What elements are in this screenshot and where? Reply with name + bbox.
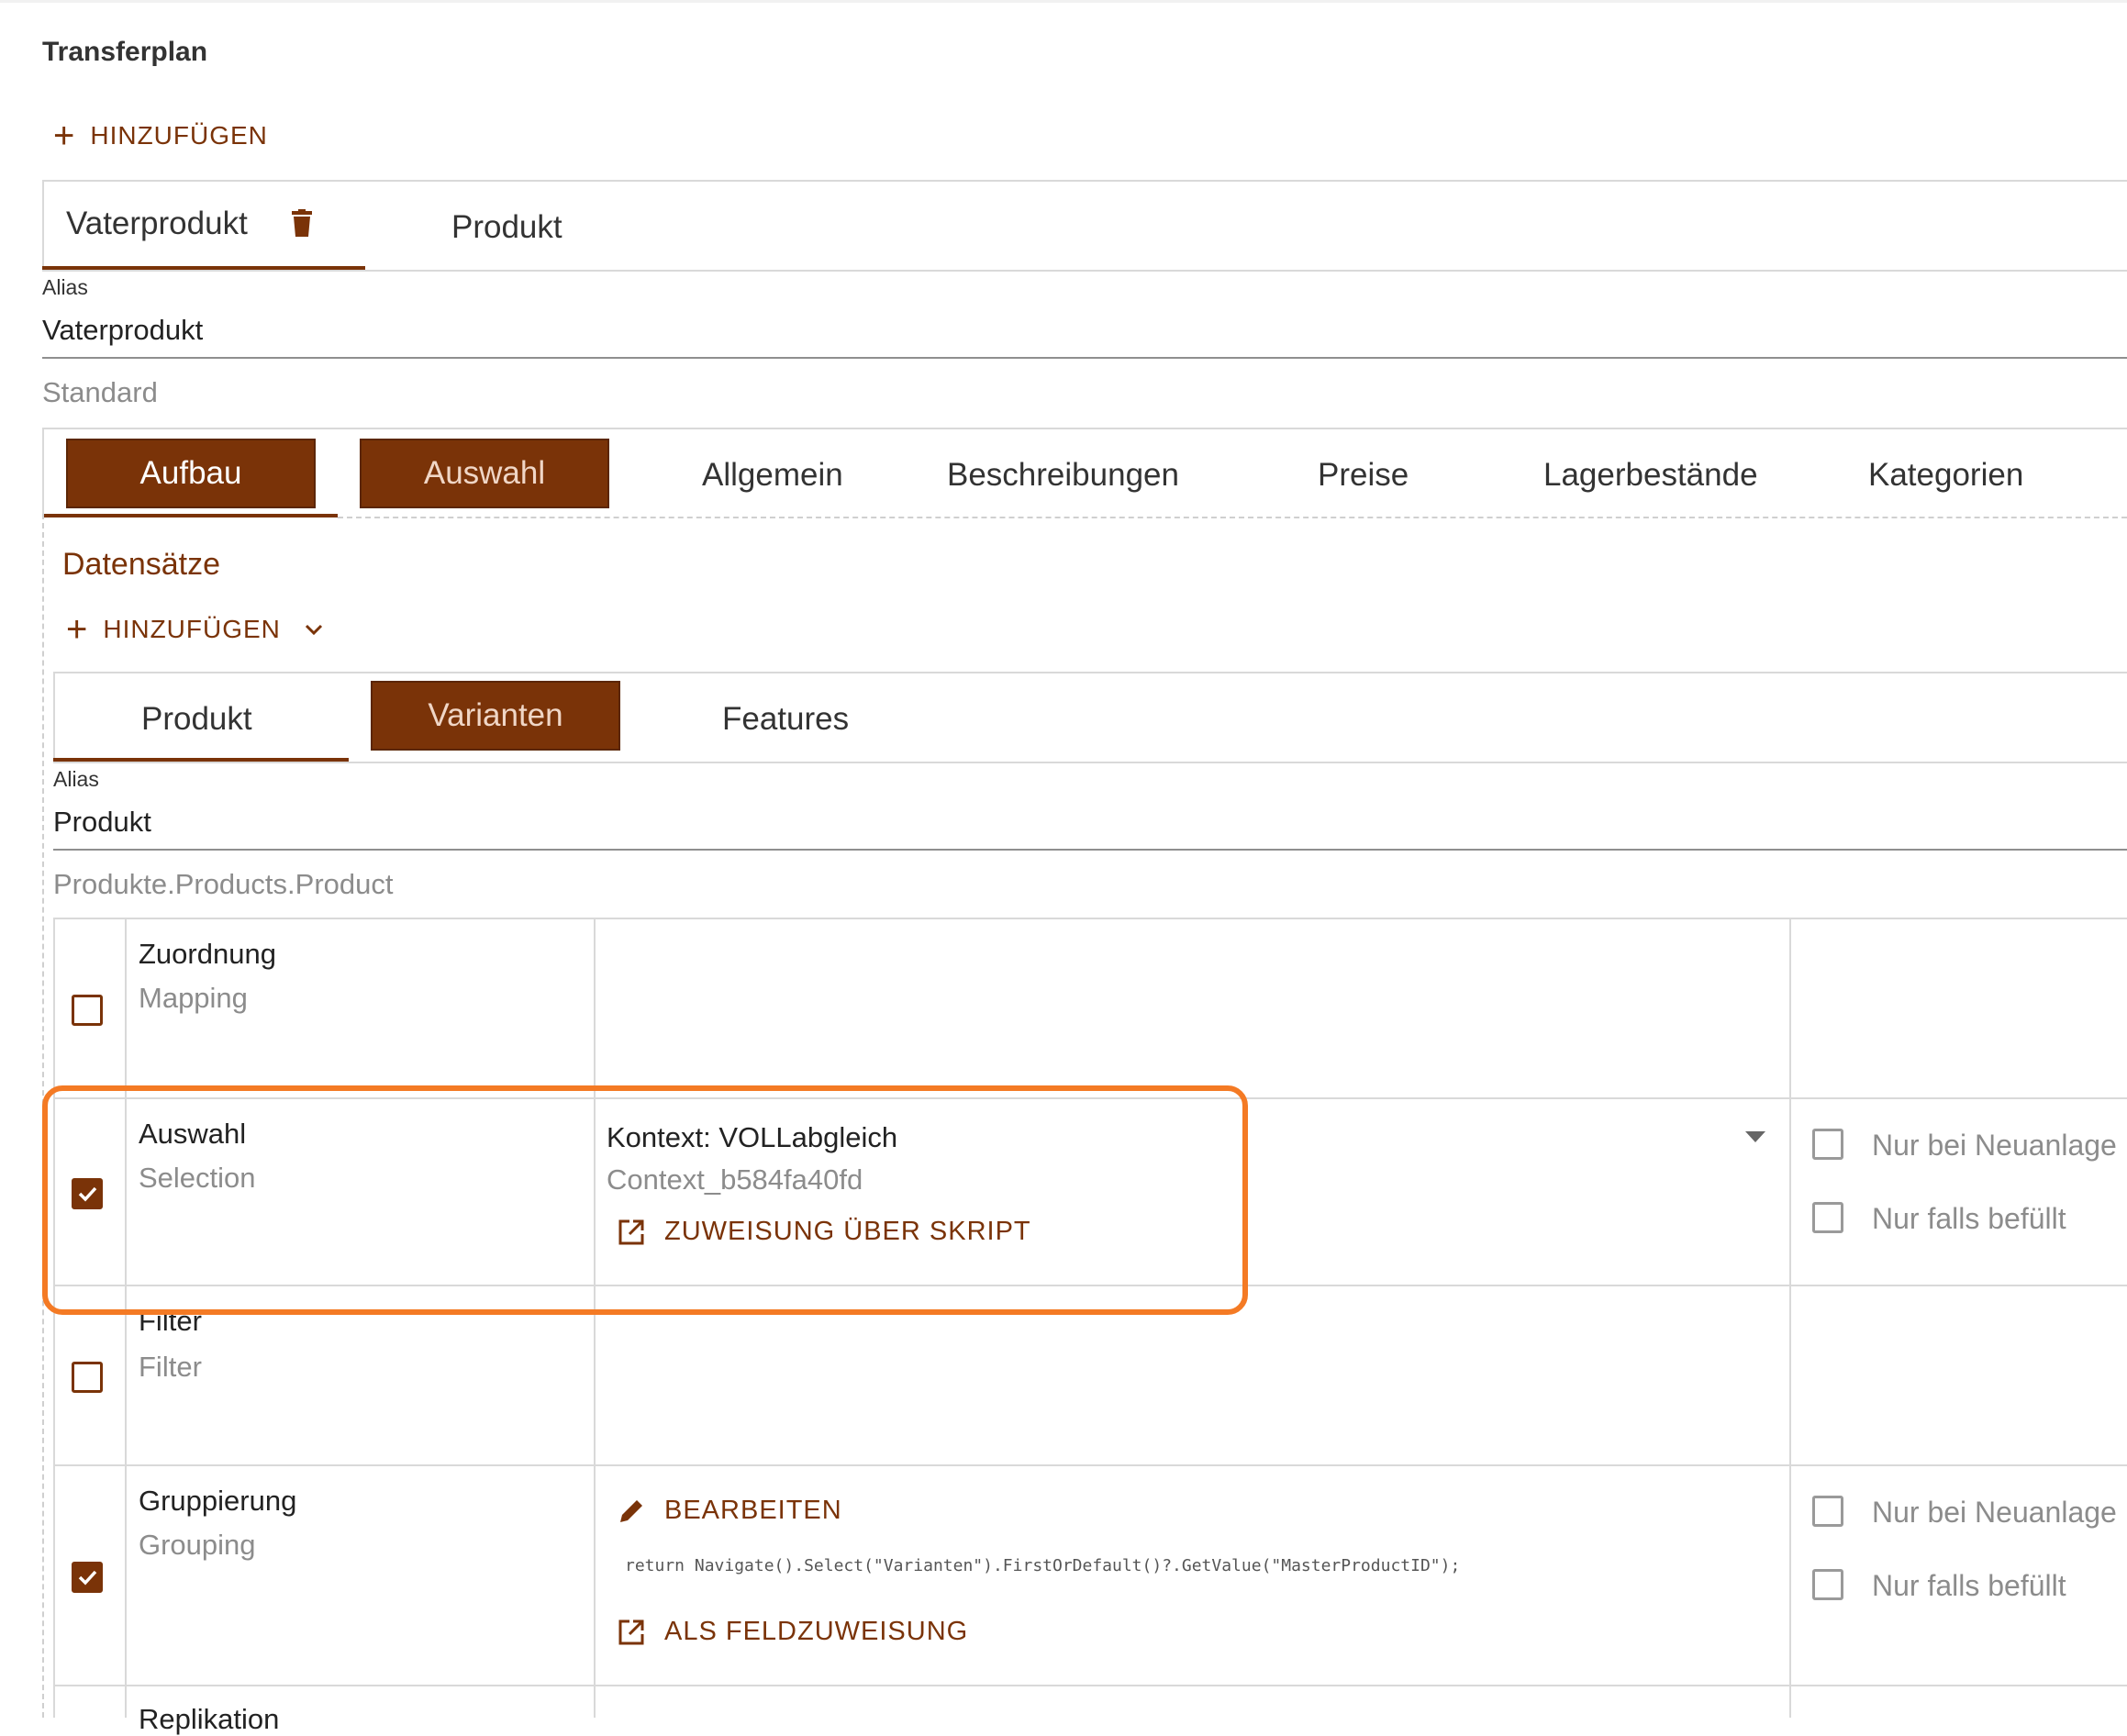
page-title: Transferplan	[42, 37, 208, 67]
grid-col-line	[125, 918, 127, 1718]
auswahl-nur-befuellt-label: Nur falls befüllt	[1872, 1202, 2066, 1235]
dataset-tab-varianten[interactable]: Varianten	[371, 681, 620, 751]
tab-produkt[interactable]: Produkt	[451, 209, 562, 246]
dataset-alias-label: Alias	[53, 767, 99, 791]
alias-label: Alias	[42, 275, 88, 299]
tab-vaterprodukt[interactable]: Vaterprodukt	[66, 206, 248, 242]
tab-allgemein[interactable]: Allgemein	[702, 457, 843, 494]
dataset-alias-underline	[53, 849, 2127, 851]
dataset-tabs-bottom-border	[53, 762, 2127, 763]
grid-col-line	[1789, 918, 1791, 1718]
datasets-title: Datensätze	[62, 547, 220, 582]
grouping-code: return Navigate().Select("Varianten").Fi…	[625, 1556, 1461, 1575]
tab-aufbau[interactable]: Aufbau	[66, 439, 316, 508]
chevron-down-icon	[305, 624, 322, 635]
grid-line	[53, 1464, 2127, 1466]
gruppierung-nur-befuellt-checkbox[interactable]	[1812, 1569, 1843, 1600]
zuordnung-subtitle: Mapping	[139, 982, 248, 1014]
tabs-bottom-border	[42, 270, 2127, 272]
tab-kategorien[interactable]: Kategorien	[1868, 457, 2023, 494]
grid-line	[53, 1685, 2127, 1686]
add-dataset-label: HINZUFÜGEN	[103, 615, 281, 643]
dataset-tabs-left-border	[53, 672, 55, 763]
section-tabs-top-border	[42, 428, 2127, 429]
add-dataset-button[interactable]: + HINZUFÜGEN	[66, 611, 323, 648]
check-icon	[78, 1570, 97, 1586]
dataset-alias-input[interactable]: Produkt	[53, 806, 151, 839]
open-external-icon	[618, 1619, 644, 1644]
section-tab-active-indicator	[42, 514, 338, 517]
gruppierung-title: Gruppierung	[139, 1485, 297, 1517]
dataset-tab-features[interactable]: Features	[722, 701, 849, 738]
annotation-highlight	[42, 1085, 1248, 1315]
filter-subtitle: Filter	[139, 1351, 202, 1383]
tab-auswahl[interactable]: Auswahl	[360, 439, 609, 508]
dataset-tabs-top-border	[53, 672, 2127, 673]
dropdown-arrow-icon[interactable]	[1745, 1131, 1765, 1142]
bearbeiten-button[interactable]: BEARBEITEN	[617, 1496, 842, 1526]
plus-icon: +	[53, 116, 76, 156]
gruppierung-nur-befuellt-label: Nur falls befüllt	[1872, 1569, 2066, 1602]
tabs-left-border	[42, 180, 44, 272]
feldzuweisung-label: ALS FELDZUWEISUNG	[664, 1617, 969, 1646]
zuordnung-checkbox[interactable]	[72, 995, 103, 1026]
bearbeiten-label: BEARBEITEN	[664, 1496, 842, 1525]
replikation-title: Replikation	[139, 1703, 280, 1735]
grid-col-line	[594, 918, 596, 1718]
gruppierung-nur-neuanlage-checkbox[interactable]	[1812, 1496, 1843, 1527]
trash-icon[interactable]	[292, 209, 312, 237]
auswahl-nur-neuanlage-label: Nur bei Neuanlage	[1872, 1129, 2117, 1162]
type-text: Standard	[42, 376, 158, 408]
alias-underline	[42, 357, 2127, 359]
add-transfer-button[interactable]: + HINZUFÜGEN	[53, 117, 268, 154]
add-label: HINZUFÜGEN	[90, 121, 268, 150]
pencil-icon	[620, 1499, 642, 1522]
feldzuweisung-button[interactable]: ALS FELDZUWEISUNG	[617, 1617, 968, 1647]
tab-preise[interactable]: Preise	[1318, 457, 1409, 494]
gruppierung-nur-neuanlage-label: Nur bei Neuanlage	[1872, 1496, 2117, 1529]
gruppierung-subtitle: Grouping	[139, 1529, 256, 1561]
dataset-path: Produkte.Products.Product	[53, 868, 394, 900]
auswahl-nur-neuanlage-checkbox[interactable]	[1812, 1129, 1843, 1160]
section-tabs-left-border	[42, 428, 44, 517]
dataset-tab-produkt[interactable]: Produkt	[141, 701, 252, 738]
zuordnung-title: Zuordnung	[139, 938, 276, 970]
tab-beschreibungen[interactable]: Beschreibungen	[947, 457, 1179, 494]
alias-input[interactable]: Vaterprodukt	[42, 314, 203, 347]
tabs-top-border	[42, 180, 2127, 182]
tab-lagerbestaende[interactable]: Lagerbestände	[1543, 457, 1758, 494]
auswahl-nur-befuellt-checkbox[interactable]	[1812, 1202, 1843, 1233]
filter-checkbox[interactable]	[72, 1362, 103, 1393]
plus-icon: +	[66, 609, 89, 650]
gruppierung-checkbox[interactable]	[72, 1562, 103, 1593]
grid-col-line	[53, 918, 55, 1718]
grid-line	[53, 918, 2127, 919]
section-dashed-top	[338, 517, 2127, 518]
top-border	[0, 0, 2127, 3]
